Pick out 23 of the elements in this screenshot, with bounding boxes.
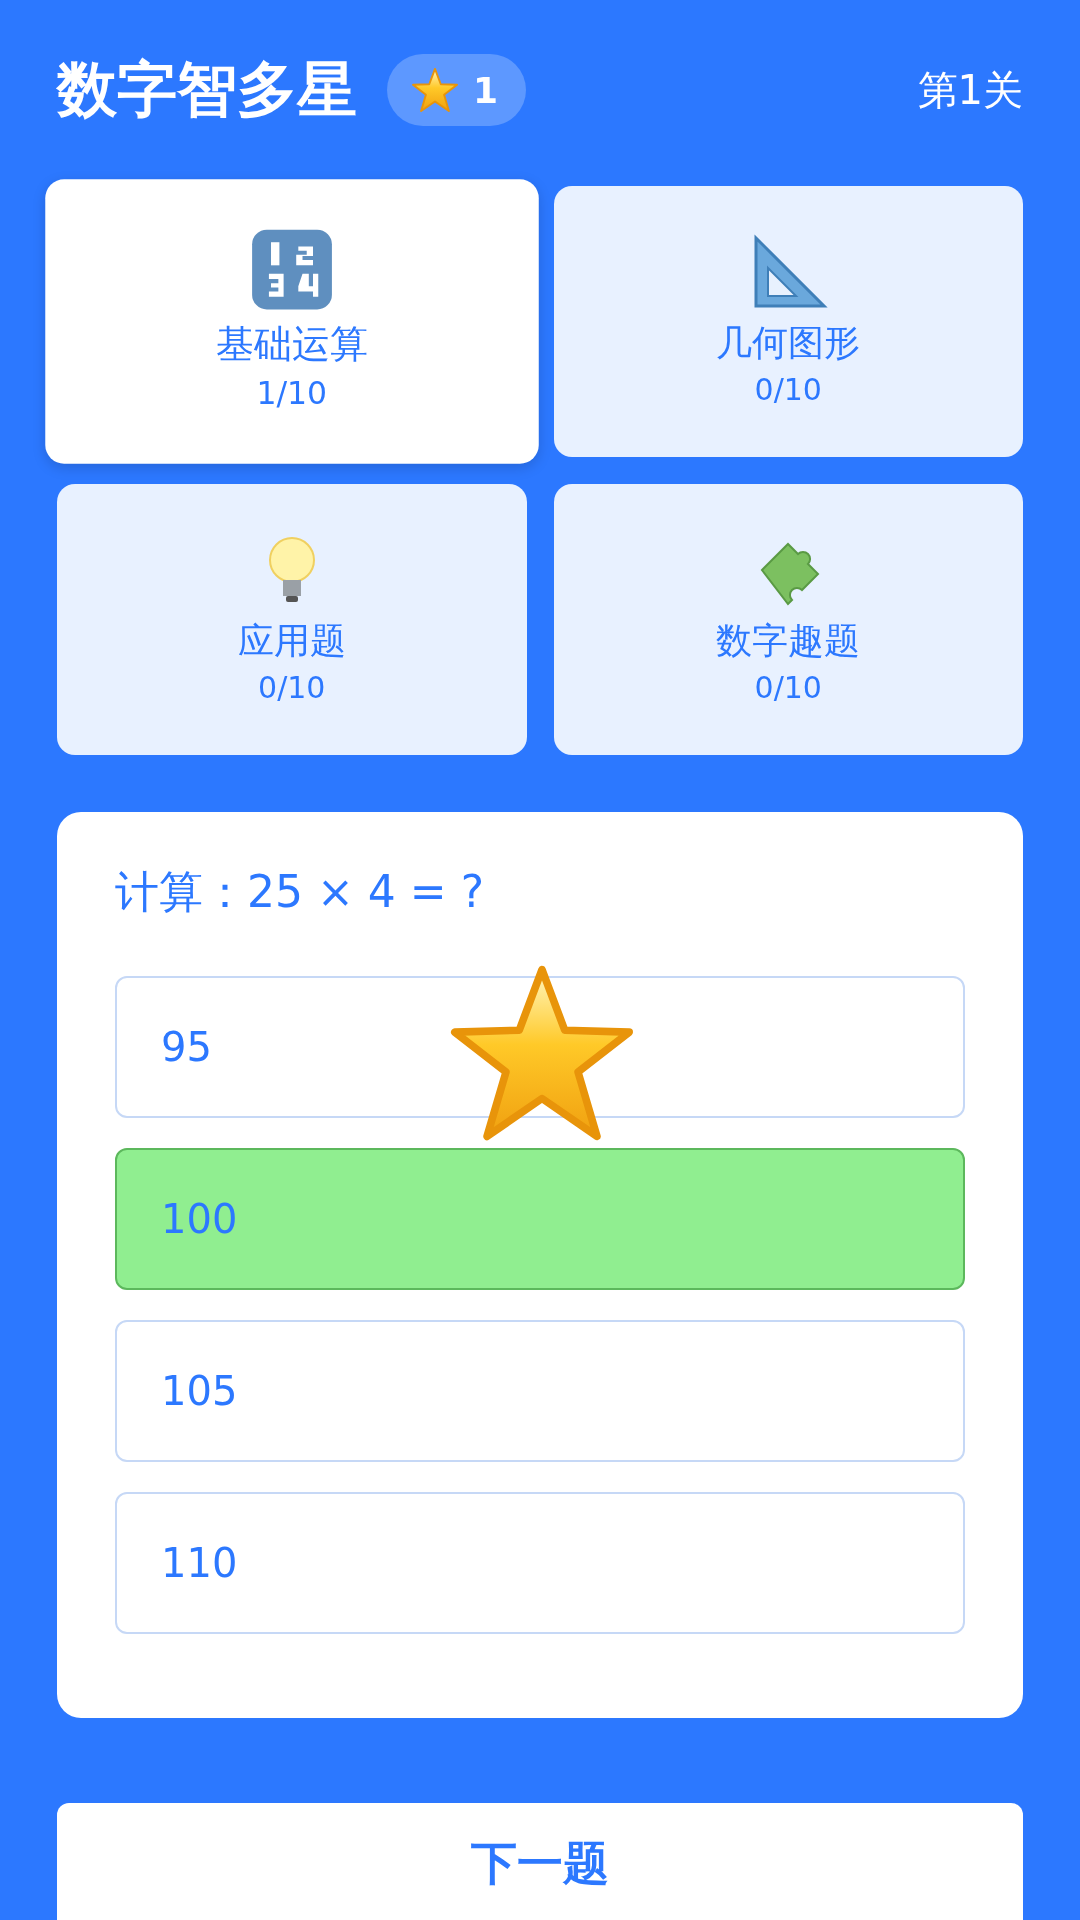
answer-option[interactable]: 95: [115, 976, 965, 1118]
category-progress: 0/10: [754, 668, 822, 707]
category-progress: 0/10: [258, 668, 326, 707]
star-icon: [411, 67, 459, 113]
category-name: 几何图形: [716, 320, 861, 365]
level-label: 第1关: [917, 65, 1023, 115]
category-progress: 0/10: [754, 370, 822, 409]
category-name: 应用题: [237, 618, 346, 663]
category-card[interactable]: 数字趣题 0/10: [553, 484, 1023, 755]
star-count-badge: 1: [387, 54, 527, 126]
answer-option[interactable]: 105: [115, 1320, 965, 1462]
app-title: 数字智多星: [57, 52, 357, 126]
answer-option[interactable]: 100: [115, 1148, 965, 1290]
category-card[interactable]: 应用题 0/10: [57, 484, 527, 755]
number-tiles-icon: [249, 227, 334, 311]
category-card[interactable]: 几何图形 0/10: [553, 186, 1023, 457]
answer-option[interactable]: 110: [115, 1492, 965, 1634]
question-text: 计算：25 × 4 = ?: [115, 865, 485, 919]
category-name: 基础运算: [216, 320, 368, 367]
category-progress: 1/10: [256, 373, 328, 413]
next-button[interactable]: 下一题: [57, 1803, 1023, 1920]
category-card[interactable]: 基础运算 1/10: [45, 179, 539, 464]
category-name: 数字趣题: [716, 618, 861, 663]
